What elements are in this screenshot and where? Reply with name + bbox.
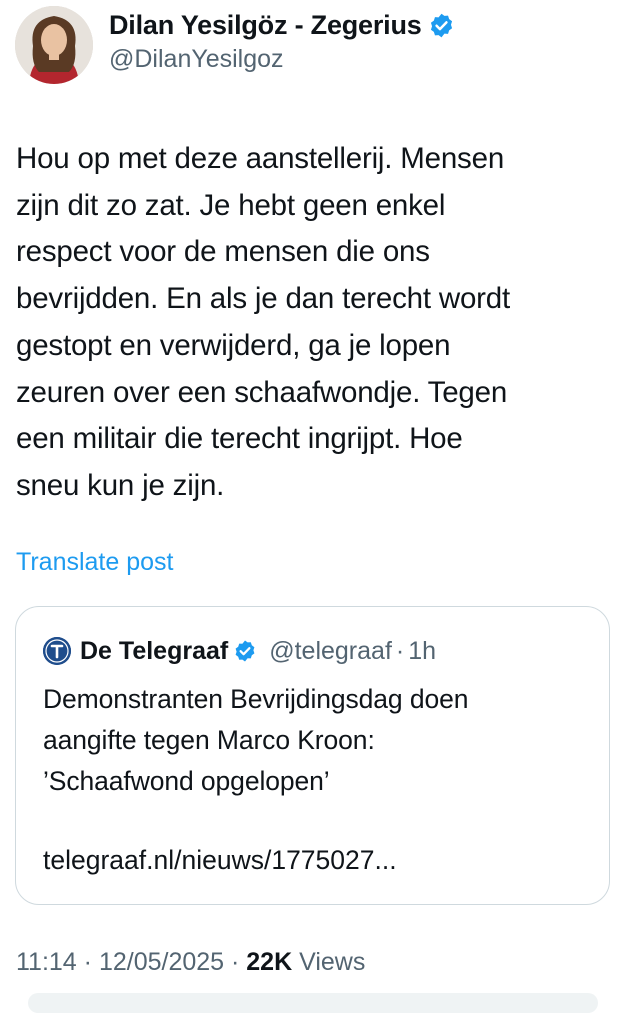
verified-badge-icon bbox=[428, 12, 455, 39]
quoted-display-name[interactable]: De Telegraaf bbox=[80, 637, 228, 666]
views-label: Views bbox=[292, 948, 366, 976]
telegraaf-logo-icon[interactable] bbox=[43, 637, 71, 665]
quoted-post-header: De Telegraaf @telegraaf · 1h bbox=[43, 634, 436, 668]
views-count: 22K bbox=[246, 948, 293, 976]
author-handle[interactable]: @DilanYesilgoz bbox=[109, 45, 284, 74]
quoted-text-line: Demonstranten Bevrijdingsdag doen bbox=[43, 684, 469, 714]
verified-badge-icon bbox=[233, 639, 257, 663]
post-text-line: Hou op met deze aanstellerij. Mensen bbox=[16, 142, 505, 175]
post-text-line: bevrijdden. En als je dan terecht wordt bbox=[16, 282, 510, 316]
post-time[interactable]: 11:14 bbox=[16, 948, 77, 976]
post-text-line: zijn dit zo zat. Je hebt geen enkel bbox=[16, 188, 446, 222]
post-meta: 11:14 · 12/05/2025 · 22K Views bbox=[16, 948, 365, 977]
quoted-handle[interactable]: @telegraaf bbox=[269, 637, 392, 666]
translate-post-link[interactable]: Translate post bbox=[16, 548, 173, 577]
post-text: Hou op met deze aanstellerij. Mensen zij… bbox=[16, 136, 612, 510]
quoted-timestamp[interactable]: 1h bbox=[408, 637, 436, 666]
author-avatar[interactable] bbox=[15, 6, 93, 84]
separator-dot: · bbox=[76, 948, 99, 976]
quoted-post-link[interactable]: telegraaf.nl/nieuws/1775027... bbox=[43, 845, 397, 876]
post-text-line: zeuren over een schaafwondje. Tegen bbox=[16, 375, 508, 409]
quoted-post-card[interactable]: De Telegraaf @telegraaf · 1h Demonstrant… bbox=[15, 606, 610, 905]
post-date[interactable]: 12/05/2025 bbox=[99, 948, 224, 976]
separator-dot: · bbox=[224, 948, 247, 976]
post-text-line: respect voor de mensen die ons bbox=[16, 235, 430, 269]
quoted-post-text: Demonstranten Bevrijdingsdag doen aangif… bbox=[43, 679, 588, 802]
post-text-line: gestopt en verwijderd, ga je lopen bbox=[16, 328, 451, 362]
separator-dot: · bbox=[395, 636, 405, 665]
bottom-divider bbox=[28, 993, 598, 1013]
post-text-line: sneu kun je zijn. bbox=[16, 468, 225, 502]
quoted-text-line: ’Schaafwond opgelopen’ bbox=[43, 766, 330, 796]
author-display-name[interactable]: Dilan Yesilgöz - Zegerius bbox=[109, 10, 422, 41]
quoted-text-line: aangifte tegen Marco Kroon: bbox=[43, 725, 375, 755]
post-text-line: een militair die terecht ingrijpt. Hoe bbox=[16, 422, 463, 456]
author-name-row[interactable]: Dilan Yesilgöz - Zegerius bbox=[109, 6, 455, 44]
